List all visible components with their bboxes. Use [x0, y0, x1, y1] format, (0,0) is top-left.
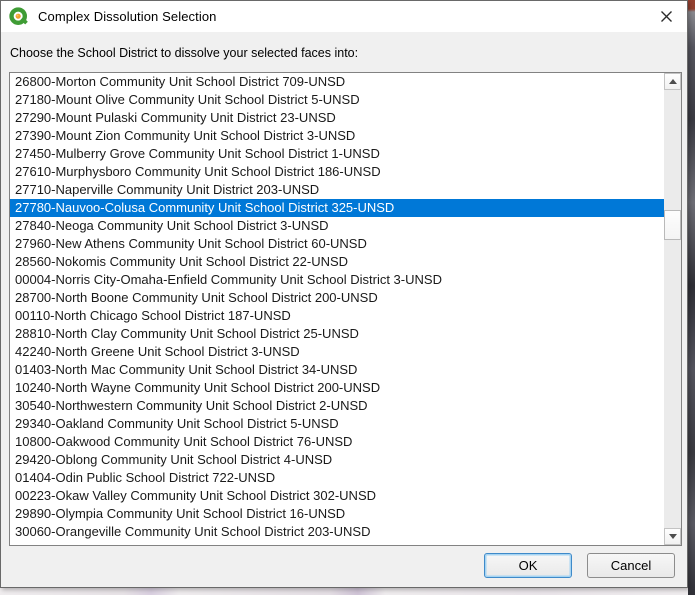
list-item[interactable]: 27610-Murphysboro Community Unit School … — [10, 163, 664, 181]
list-item[interactable]: 27710-Naperville Community Unit District… — [10, 181, 664, 199]
close-icon[interactable] — [645, 1, 687, 32]
background-app-right-edge — [688, 0, 695, 595]
list-item[interactable]: 28560-Nokomis Community Unit School Dist… — [10, 253, 664, 271]
list-item[interactable]: 01403-North Mac Community Unit School Di… — [10, 361, 664, 379]
list-item[interactable]: 42240-North Greene Unit School District … — [10, 343, 664, 361]
titlebar: Complex Dissolution Selection — [1, 1, 687, 32]
list-item[interactable]: 27390-Mount Zion Community Unit School D… — [10, 127, 664, 145]
scrollbar-thumb[interactable] — [664, 210, 681, 240]
list-item[interactable]: 30060-Orangeville Community Unit School … — [10, 523, 664, 541]
list-item[interactable]: 28700-North Boone Community Unit School … — [10, 289, 664, 307]
background-app-bottom-edge — [0, 588, 688, 595]
list-item[interactable]: 29420-Oblong Community Unit School Distr… — [10, 451, 664, 469]
scroll-up-icon[interactable] — [664, 73, 681, 90]
list-item[interactable]: 27290-Mount Pulaski Community Unit Distr… — [10, 109, 664, 127]
district-listbox: 26800-Morton Community Unit School Distr… — [9, 72, 682, 546]
list-item[interactable]: 10240-North Wayne Community Unit School … — [10, 379, 664, 397]
list-item[interactable]: 29340-Oakland Community Unit School Dist… — [10, 415, 664, 433]
qgis-logo-icon — [9, 7, 29, 27]
window-title: Complex Dissolution Selection — [38, 9, 216, 24]
list-item[interactable]: 27180-Mount Olive Community Unit School … — [10, 91, 664, 109]
list-item[interactable]: 30540-Northwestern Community Unit School… — [10, 397, 664, 415]
list-item[interactable]: 28810-North Clay Community Unit School D… — [10, 325, 664, 343]
list-item[interactable]: 27960-New Athens Community Unit School D… — [10, 235, 664, 253]
list-item[interactable]: 10800-Oakwood Community Unit School Dist… — [10, 433, 664, 451]
list-item[interactable]: 00004-Norris City-Omaha-Enfield Communit… — [10, 271, 664, 289]
cancel-button[interactable]: Cancel — [587, 553, 675, 578]
list-item[interactable]: 01404-Odin Public School District 722-UN… — [10, 469, 664, 487]
instruction-label: Choose the School District to dissolve y… — [10, 46, 358, 60]
vertical-scrollbar[interactable] — [664, 73, 681, 545]
list-item[interactable]: 29890-Olympia Community Unit School Dist… — [10, 505, 664, 523]
list-item[interactable]: 00110-North Chicago School District 187-… — [10, 307, 664, 325]
complex-dissolution-dialog: Complex Dissolution Selection Choose the… — [0, 0, 688, 588]
list-item[interactable]: 26800-Morton Community Unit School Distr… — [10, 73, 664, 91]
list-item[interactable]: 00223-Okaw Valley Community Unit School … — [10, 487, 664, 505]
scroll-down-icon[interactable] — [664, 528, 681, 545]
list-item-selected[interactable]: 27780-Nauvoo-Colusa Community Unit Schoo… — [10, 199, 664, 217]
list-item[interactable]: 27840-Neoga Community Unit School Distri… — [10, 217, 664, 235]
district-list: 26800-Morton Community Unit School Distr… — [10, 73, 664, 545]
ok-button[interactable]: OK — [484, 553, 572, 578]
list-item[interactable]: 27450-Mulberry Grove Community Unit Scho… — [10, 145, 664, 163]
